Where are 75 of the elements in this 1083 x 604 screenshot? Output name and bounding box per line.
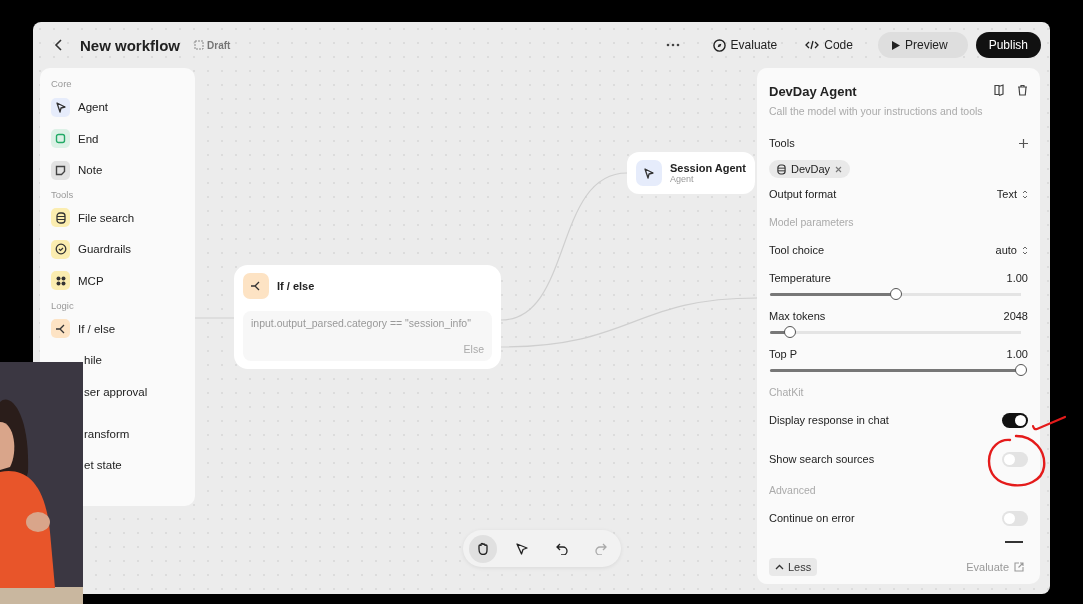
undo-icon <box>555 542 568 555</box>
field-label: Display response in chat <box>769 414 889 426</box>
toggle-switch[interactable] <box>1002 412 1028 428</box>
chevrons-icon <box>1022 245 1028 255</box>
redo-icon <box>595 542 608 555</box>
panel-title: DevDay Agent <box>769 84 858 99</box>
palette-item[interactable]: ransform <box>84 427 130 440</box>
palette-item[interactable]: et state <box>84 459 122 472</box>
preview-button[interactable]: Preview <box>877 32 968 58</box>
draft-status: Draft <box>194 39 231 51</box>
slider-value: 1.00 <box>1006 272 1028 284</box>
select-field[interactable]: Text <box>996 188 1028 200</box>
agent-node[interactable]: Session Agent Agent <box>627 152 755 194</box>
palette-item[interactable]: MCP <box>51 267 184 294</box>
slider-value: 2048 <box>1003 310 1028 322</box>
section-label: Tools <box>51 188 75 200</box>
play-icon <box>891 40 900 50</box>
chevron-up-icon <box>775 564 784 570</box>
code-icon <box>805 40 820 50</box>
chevrons-icon <box>1022 189 1028 199</box>
tool-chip[interactable]: DevDay <box>769 160 851 178</box>
draft-icon <box>194 40 204 50</box>
add-icon[interactable] <box>1019 138 1028 148</box>
code-button[interactable]: Code <box>796 32 862 58</box>
palette-item[interactable]: ser approval <box>84 385 148 398</box>
palette-item[interactable]: Agent <box>51 94 184 120</box>
pointer-icon <box>516 542 529 555</box>
palette-item[interactable]: hile <box>84 354 102 367</box>
node-subtitle: Agent <box>670 174 695 184</box>
less-button[interactable]: Less <box>769 558 818 576</box>
publish-button[interactable]: Publish <box>975 32 1041 58</box>
section-label: Model parameters <box>769 216 855 228</box>
back-icon[interactable] <box>54 39 64 51</box>
node-title: If / else <box>277 280 315 292</box>
select-field[interactable]: auto <box>995 244 1028 256</box>
palette-item[interactable]: If / else <box>51 315 184 342</box>
field-label: Top P <box>769 348 798 360</box>
palette-item[interactable]: Guardrails <box>51 236 184 263</box>
field-label: Continue on error <box>769 512 855 524</box>
node-title: Session Agent <box>670 162 746 174</box>
field-label: Output format <box>769 188 837 200</box>
agent-icon <box>636 160 662 186</box>
database-icon <box>777 163 786 175</box>
compass-icon <box>712 38 726 52</box>
close-icon[interactable] <box>835 165 843 173</box>
slider-value: 1.00 <box>1006 348 1028 360</box>
field-label: Temperature <box>769 272 831 284</box>
palette-item[interactable]: End <box>51 125 184 152</box>
condition-expression: input.output_parsed.category == "session_info" <box>251 317 472 329</box>
toggle-switch[interactable] <box>1002 510 1028 526</box>
field-label: Max tokens <box>769 310 826 322</box>
section-label: Core <box>51 78 73 89</box>
condition-node[interactable]: If / else input.output_parsed.category == "session_info" Else <box>234 265 501 369</box>
else-label: Else <box>463 343 484 355</box>
hand-button[interactable] <box>468 534 497 563</box>
trash-icon[interactable] <box>1017 83 1028 96</box>
section-label: Logic <box>51 299 75 311</box>
book-icon[interactable] <box>994 83 1005 96</box>
workflow-title: New workflow <box>80 36 180 54</box>
hand-icon <box>476 542 489 555</box>
panel-description: Call the model with your instructions and tools <box>769 105 984 117</box>
slider[interactable] <box>769 364 1028 376</box>
evaluate-button[interactable]: Evaluate <box>703 32 787 58</box>
section-label: ChatKit <box>769 386 805 398</box>
external-link-icon <box>1014 562 1024 572</box>
branch-icon <box>243 273 269 299</box>
section-label: Advanced <box>769 484 817 496</box>
field-label: Show search sources <box>769 453 875 465</box>
more-icon[interactable] <box>665 43 680 47</box>
field-label: Tools <box>769 137 795 149</box>
palette-item[interactable]: Note <box>51 157 184 184</box>
circle-annotation <box>986 433 1048 489</box>
field-label: Tool choice <box>769 244 825 256</box>
palette-item[interactable]: File search <box>51 204 184 231</box>
toggle-switch[interactable] <box>1002 451 1028 467</box>
